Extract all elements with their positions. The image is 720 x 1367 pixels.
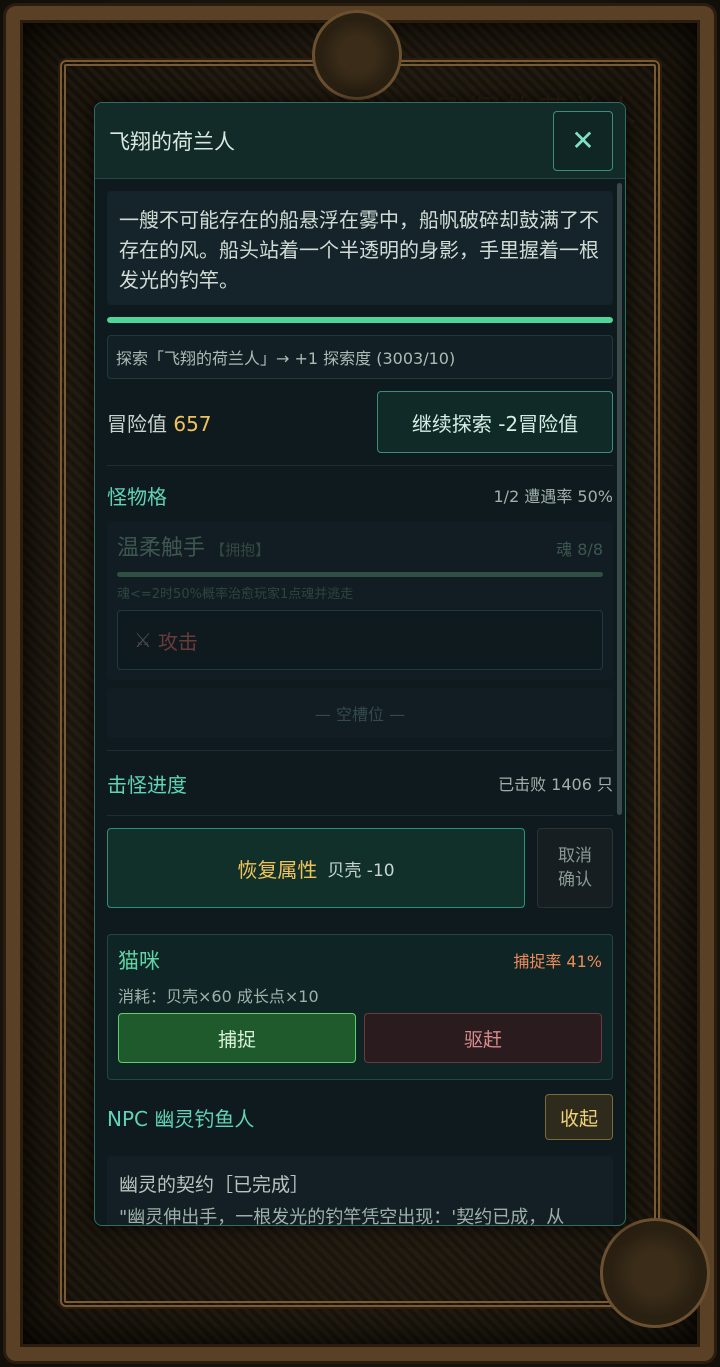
capture-card: 猫咪 捕捉率 41% 消耗：贝壳×60 成长点×10 捕捉 驱赶 <box>107 934 613 1080</box>
compass-emblem-icon <box>312 10 402 100</box>
npc-quest-card: 幽灵的契约［已完成］ "幽灵伸出手，一根发光的钓竿凭空出现：'契约已成，从 <box>107 1156 613 1225</box>
modal-header: 飞翔的荷兰人 ✕ <box>95 103 625 179</box>
divider <box>107 750 613 751</box>
divider <box>107 465 613 466</box>
empty-monster-slot: — 空槽位 — <box>107 688 613 738</box>
drive-away-button[interactable]: 驱赶 <box>364 1013 602 1063</box>
monster-tag: 【拥抱】 <box>210 541 271 559</box>
monster-hp-bar <box>117 572 603 577</box>
adventure-value: 657 <box>173 411 212 436</box>
monster-top: 温柔触手 【拥抱】 魂 8/8 <box>117 530 603 562</box>
npc-title: NPC 幽灵钓鱼人 <box>107 1106 255 1131</box>
kill-count: 已击败 1406 只 <box>498 775 613 794</box>
cancel-label: 取消 <box>558 846 592 866</box>
capture-cost: 消耗：贝壳×60 成长点×10 <box>118 987 319 1006</box>
adventure-label: 冒险值 657 <box>107 411 212 436</box>
monster-section-header: 怪物格 1/2 遭遇率 50% <box>107 478 613 512</box>
restore-attributes-button[interactable]: 恢复属性 贝壳 -10 <box>107 828 525 908</box>
close-icon: ✕ <box>571 124 595 157</box>
monster-section-meta: 1/2 遭遇率 50% <box>493 487 614 506</box>
kill-progress-header: 击怪进度 已击败 1406 只 <box>107 763 613 803</box>
monster-card: 温柔触手 【拥抱】 魂 8/8 魂<=2时50%概率治愈玩家1点魂并逃走 ⚔ 攻… <box>107 522 613 680</box>
explore-progress-bar <box>107 317 613 323</box>
close-button[interactable]: ✕ <box>553 110 613 171</box>
divider <box>107 815 613 816</box>
kill-progress-title: 击怪进度 <box>107 772 187 797</box>
restore-cost: 贝壳 -10 <box>327 860 395 881</box>
attack-label: 攻击 <box>157 629 198 654</box>
modal-title: 飞翔的荷兰人 <box>109 129 235 154</box>
monster-section-title: 怪物格 <box>107 484 167 509</box>
cancel-confirm-button[interactable]: 取消 确认 <box>537 828 613 908</box>
explore-progress-fill <box>107 317 613 323</box>
attack-button[interactable]: ⚔ 攻击 <box>117 610 603 670</box>
npc-quest-title: 幽灵的契约［已完成］ <box>119 1174 310 1196</box>
location-modal: 飞翔的荷兰人 ✕ 一艘不可能存在的船悬浮在雾中，船帆破碎却鼓满了不存在的风。船头… <box>94 102 626 1226</box>
monster-note: 魂<=2时50%概率治愈玩家1点魂并逃走 <box>117 587 354 602</box>
collapse-button[interactable]: 收起 <box>545 1094 613 1140</box>
restore-label: 恢复属性 <box>237 857 318 882</box>
continue-explore-button[interactable]: 继续探索 -2冒险值 <box>377 391 613 453</box>
compass-rose-icon <box>600 1218 710 1328</box>
cancel-confirm-text: 取消 确认 <box>558 844 592 892</box>
monster-title: 温柔触手 【拥抱】 <box>117 530 270 562</box>
modal-body: 一艘不可能存在的船悬浮在雾中，船帆破碎却鼓满了不存在的风。船头站着一个半透明的身… <box>95 179 625 1225</box>
capture-header: 猫咪 捕捉率 41% <box>118 945 602 975</box>
explore-log: 探索「飞翔的荷兰人」→ +1 探索度 (3003/10) <box>107 335 613 379</box>
restore-row: 恢复属性 贝壳 -10 取消 确认 <box>107 828 613 908</box>
capture-target-name: 猫咪 <box>118 949 160 973</box>
confirm-label: 确认 <box>558 870 592 890</box>
capture-buttons: 捕捉 驱赶 <box>118 1013 602 1063</box>
catch-button[interactable]: 捕捉 <box>118 1013 356 1063</box>
crossed-swords-icon: ⚔ <box>134 628 152 652</box>
location-description: 一艘不可能存在的船悬浮在雾中，船帆破碎却鼓满了不存在的风。船头站着一个半透明的身… <box>107 191 613 305</box>
capture-rate: 捕捉率 41% <box>513 952 602 971</box>
npc-header: NPC 幽灵钓鱼人 收起 <box>107 1094 613 1140</box>
adventure-row: 冒险值 657 继续探索 -2冒险值 <box>107 391 613 453</box>
monster-name: 温柔触手 <box>117 536 206 561</box>
monster-hp: 魂 8/8 <box>556 540 603 559</box>
npc-quest-text: "幽灵伸出手，一根发光的钓竿凭空出现：'契约已成，从 <box>119 1207 565 1225</box>
